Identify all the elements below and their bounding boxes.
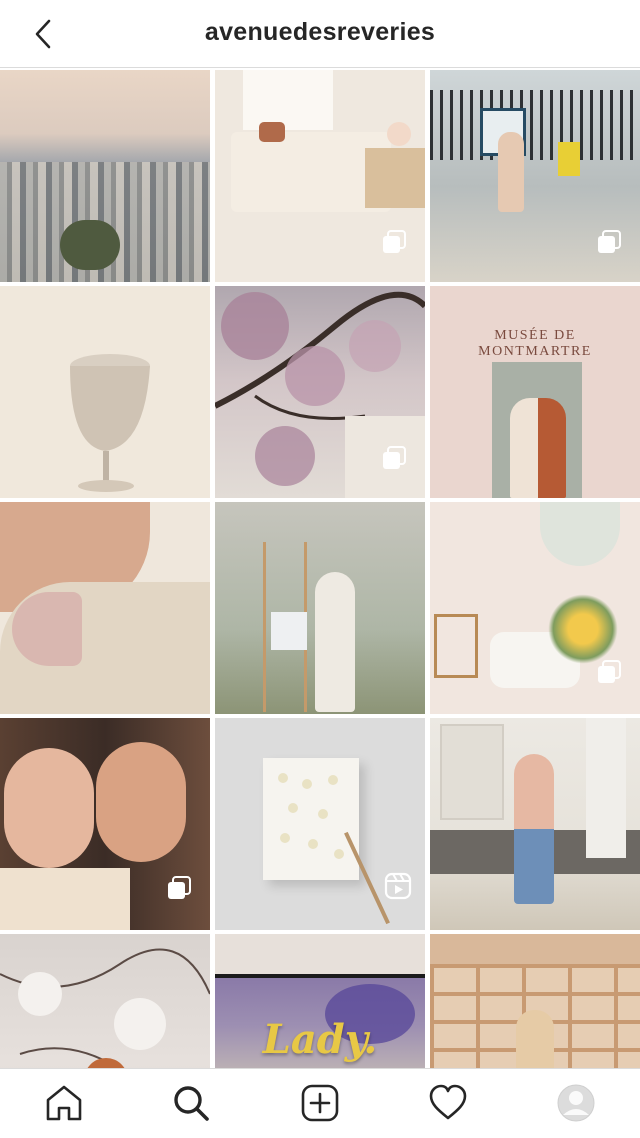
reel-cover-title: Lady. [262, 1016, 378, 1063]
search-icon [174, 1086, 209, 1121]
home-icon [46, 1085, 82, 1121]
photo-shutter [440, 724, 504, 820]
top-bar: avenuedesreveries [0, 0, 640, 68]
photo-yellow-box [558, 142, 580, 176]
badge-multiple-images-icon-5 [168, 876, 191, 899]
post-tile-lady-reel[interactable]: Lady. [215, 934, 425, 1068]
photo-canvas [271, 612, 307, 650]
photo-fence [430, 90, 640, 160]
photo-sweater [0, 868, 130, 930]
nav-activity-button[interactable] [428, 1083, 468, 1123]
photo-lamp [387, 122, 411, 146]
photo-reel-top-line [215, 974, 425, 978]
photo-bag [259, 122, 285, 142]
photo-sign-text: MUSÉE DE MONTMARTRE [478, 328, 592, 359]
post-tile-knit-cardigan[interactable] [0, 502, 210, 714]
nav-profile-button[interactable] [556, 1083, 596, 1123]
post-grid: MUSÉE DE MONTMARTRE Lady. [0, 70, 640, 1068]
photo-trees [60, 220, 120, 270]
photo-blossom-branches [0, 948, 210, 1068]
photo-pressed-flowers [278, 773, 344, 859]
photo-nightstand [365, 148, 425, 208]
photo-woman-face [4, 748, 94, 868]
activity-heart-icon [429, 1084, 467, 1120]
post-tile-bookshelf-bedroom[interactable] [430, 934, 640, 1068]
post-tile-paris-rooftops[interactable] [0, 70, 210, 282]
post-tile-wine-glass-shadow[interactable] [0, 286, 210, 498]
profile-avatar [557, 1084, 595, 1122]
bottom-nav [0, 1068, 640, 1138]
nav-home-button[interactable] [44, 1083, 84, 1123]
post-tile-woman-painting-easel[interactable] [215, 502, 425, 714]
photo-wine-glass [70, 354, 150, 492]
photo-reel-top-strip [215, 934, 425, 974]
post-tile-musee-de-montmartre-couple[interactable]: MUSÉE DE MONTMARTRE [430, 286, 640, 498]
post-tile-blossom-macaron[interactable] [0, 934, 210, 1068]
post-tile-woman-with-bouquet[interactable] [430, 718, 640, 930]
badge-multiple-images-icon-1 [383, 230, 406, 253]
photo-couple [510, 398, 566, 498]
photo-door [586, 718, 626, 858]
nav-search-button[interactable] [171, 1083, 211, 1123]
photo-woman [514, 754, 554, 904]
badge-multiple-images-icon-4 [598, 660, 621, 683]
badge-reel-icon [384, 872, 412, 900]
new-post-icon [301, 1084, 339, 1122]
photo-woman [498, 132, 524, 212]
photo-window [243, 70, 333, 130]
photo-chair [434, 614, 478, 678]
photo-woman [516, 1010, 554, 1068]
profile-username: avenuedesreveries [204, 18, 436, 46]
badge-multiple-images-icon-3 [383, 446, 406, 469]
photo-bouquet [548, 594, 618, 664]
photo-man-face [96, 742, 186, 862]
photo-floral-top [12, 592, 82, 666]
photo-painter [315, 572, 355, 712]
badge-multiple-images-icon-2 [598, 230, 621, 253]
photo-mirror [540, 502, 620, 566]
nav-new-post-button[interactable] [300, 1083, 340, 1123]
